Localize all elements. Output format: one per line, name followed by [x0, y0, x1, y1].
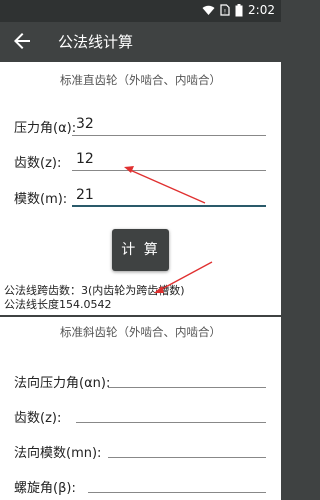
teeth-underline — [72, 170, 266, 171]
module-underline — [72, 205, 266, 207]
battery-icon — [235, 3, 243, 16]
helical-teeth-input[interactable] — [76, 422, 266, 423]
pressure-angle-input[interactable]: 32 — [76, 116, 94, 132]
wifi-icon — [202, 5, 215, 15]
svg-text:!: ! — [224, 9, 226, 16]
normal-pressure-angle-input[interactable] — [108, 387, 266, 388]
helical-section-title: 标准斜齿轮（外啮合、内啮合） — [60, 325, 221, 339]
pressure-angle-label: 压力角(α): — [14, 121, 77, 136]
status-bar: ! 2:02 — [0, 0, 281, 22]
page-title: 公法线计算 — [58, 33, 134, 51]
normal-module-label: 法向模数(mn): — [14, 446, 102, 461]
no-sim-icon: ! — [220, 4, 230, 16]
teeth-label: 齿数(z): — [14, 156, 62, 171]
helix-angle-input[interactable] — [88, 492, 266, 493]
module-input[interactable]: 21 — [76, 187, 94, 203]
module-label: 模数(m): — [14, 192, 68, 207]
result-length: 公法线长度154.0542 — [4, 298, 112, 311]
pressure-angle-underline — [72, 135, 266, 136]
helical-teeth-label: 齿数(z): — [14, 411, 62, 426]
app-bar: 公法线计算 — [0, 22, 281, 60]
normal-pressure-angle-label: 法向压力角(αn): — [14, 376, 111, 391]
helical-gear-card: 标准斜齿轮（外啮合、内啮合） 法向压力角(αn): 齿数(z): 法向模数(mn… — [0, 317, 281, 500]
back-arrow-icon[interactable] — [10, 29, 34, 53]
spur-section-title: 标准直齿轮（外啮合、内啮合） — [60, 73, 221, 87]
teeth-input[interactable]: 12 — [76, 151, 94, 167]
helix-angle-label: 螺旋角(β): — [14, 481, 76, 496]
status-time: 2:02 — [248, 3, 275, 17]
calculate-button[interactable]: 计 算 — [112, 229, 169, 271]
normal-module-input[interactable] — [108, 457, 266, 458]
spur-gear-card: 标准直齿轮（外啮合、内啮合） 压力角(α): 32 齿数(z): 12 模数(m… — [0, 62, 281, 315]
